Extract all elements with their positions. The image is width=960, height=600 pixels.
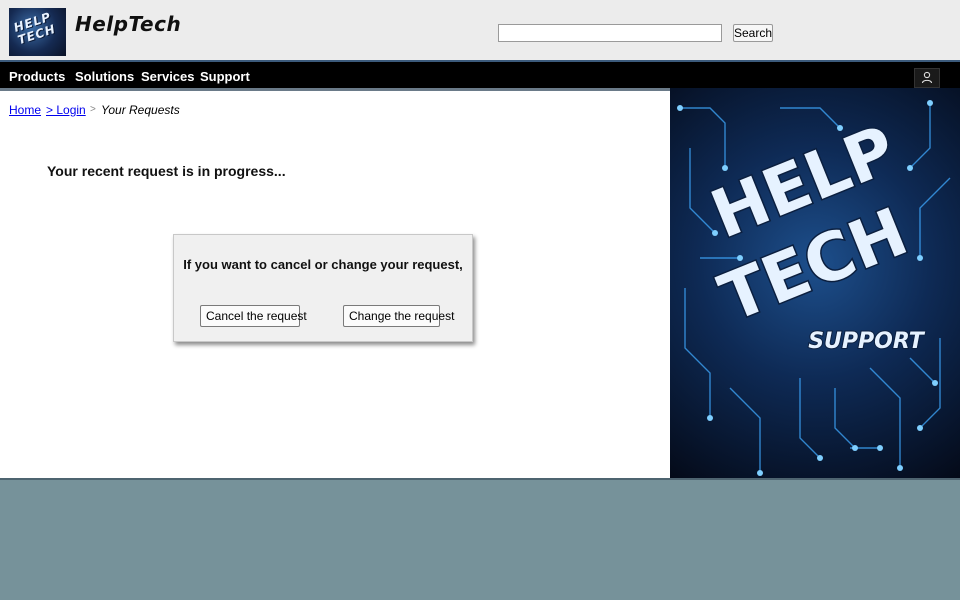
hero-line-support: SUPPORT	[808, 329, 926, 354]
site-logo[interactable]: HELP TECH	[9, 8, 66, 56]
breadcrumb-separator: >	[90, 104, 96, 115]
change-request-button[interactable]: Change the request	[343, 305, 454, 327]
breadcrumb-login[interactable]: > Login	[46, 103, 86, 117]
nav-item-products[interactable]: Products	[9, 69, 65, 84]
cancel-request-button[interactable]: Cancel the request	[200, 305, 307, 327]
user-account-button[interactable]	[914, 68, 940, 88]
search-button[interactable]: Search	[733, 24, 773, 42]
footer-divider	[0, 478, 960, 480]
user-icon	[921, 71, 933, 84]
top-header: HELP TECH HelpTech Search	[0, 0, 960, 60]
request-action-panel: If you want to cancel or change your req…	[173, 234, 473, 342]
logo-text: HELP TECH	[11, 9, 58, 48]
nav-item-solutions[interactable]: Solutions	[75, 69, 134, 84]
brand-name[interactable]: HelpTech	[75, 12, 181, 36]
main-nav: Products Solutions Services Support	[0, 60, 960, 88]
nav-item-support[interactable]: Support	[200, 69, 250, 84]
request-status-text: Your recent request is in progress...	[47, 163, 286, 179]
circuit-graphic: HELP TECH SUPPORT	[677, 100, 951, 476]
breadcrumb-home[interactable]: Home	[9, 103, 41, 117]
panel-message: If you want to cancel or change your req…	[183, 257, 463, 272]
nav-item-services[interactable]: Services	[141, 69, 195, 84]
breadcrumb-current: Your Requests	[101, 103, 180, 117]
main-content: Home > Login > Your Requests Your recent…	[0, 88, 670, 478]
search-input[interactable]	[498, 24, 722, 42]
help-tech-support-banner: HELP TECH SUPPORT	[670, 88, 960, 478]
